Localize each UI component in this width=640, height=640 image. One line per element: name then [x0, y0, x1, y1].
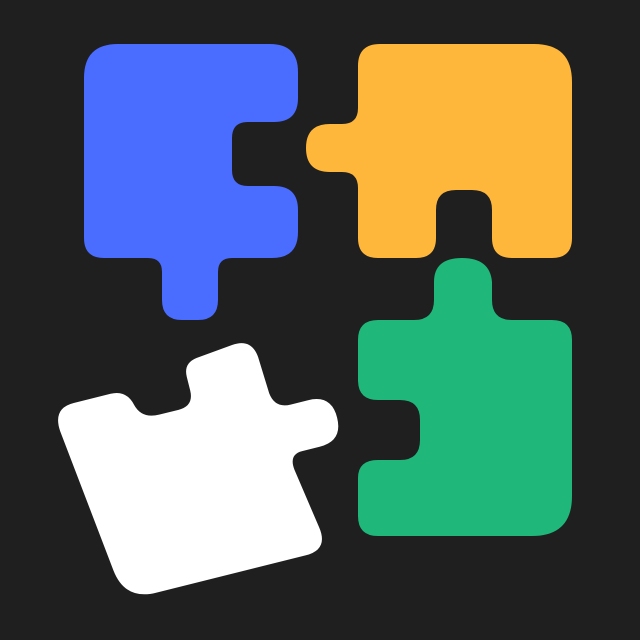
puzzle-app-icon [0, 0, 640, 640]
puzzle-pieces-icon [0, 0, 640, 640]
